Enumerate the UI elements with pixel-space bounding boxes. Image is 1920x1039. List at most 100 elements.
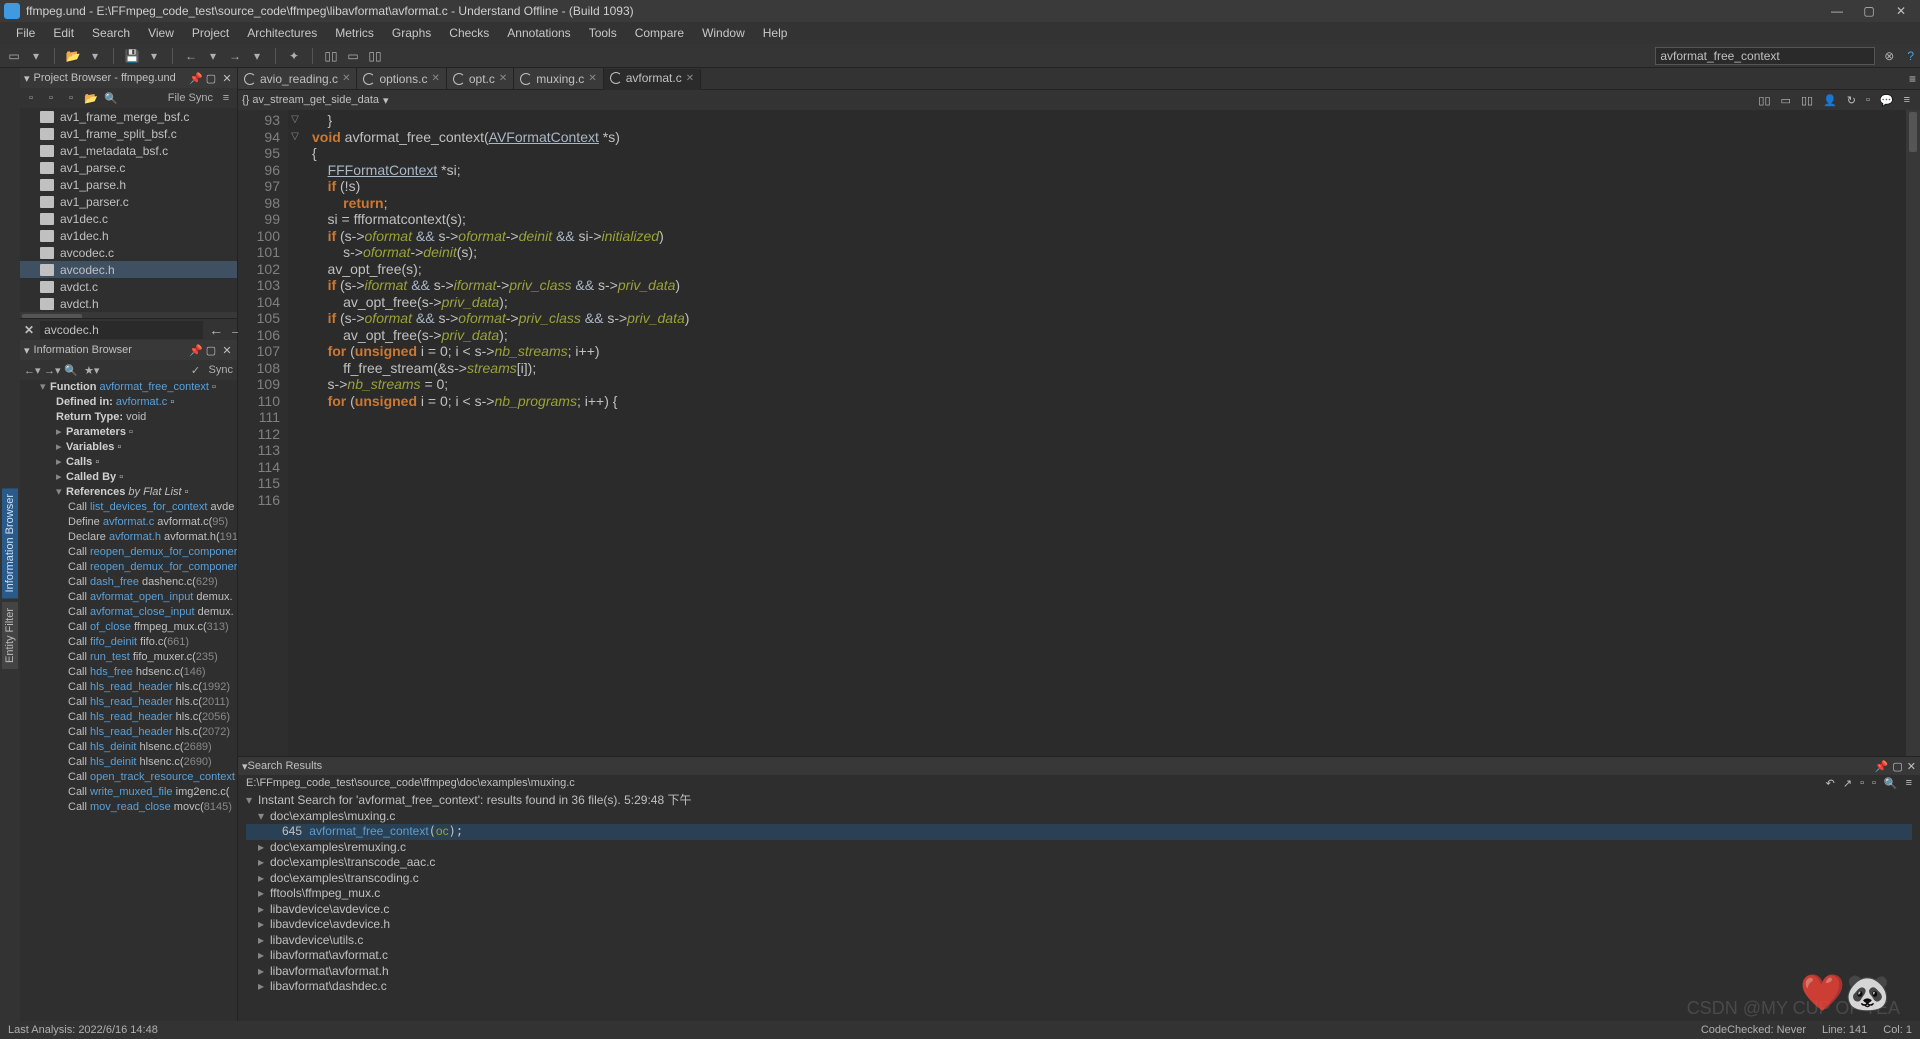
chevron-down-icon[interactable]: ▾: [87, 48, 103, 64]
search-results-tree[interactable]: ▾Instant Search for 'avformat_free_conte…: [238, 791, 1920, 1021]
file-item[interactable]: av1dec.c: [20, 210, 237, 227]
tab-muxing-c[interactable]: muxing.c✕: [514, 68, 603, 89]
popout-icon[interactable]: ▢: [1892, 760, 1902, 773]
minimize-button[interactable]: —: [1830, 4, 1844, 18]
file-sync-button[interactable]: File Sync: [168, 92, 213, 104]
close-tab-icon[interactable]: ✕: [499, 73, 507, 84]
close-button[interactable]: ✕: [1894, 4, 1908, 18]
chevron-down-icon[interactable]: ▾: [24, 344, 30, 357]
function-selector[interactable]: {} av_stream_get_side_data: [242, 94, 379, 106]
pin-icon[interactable]: 📌: [189, 72, 201, 85]
menu-file[interactable]: File: [8, 24, 43, 42]
info-row[interactable]: Call reopen_demux_for_componer: [20, 560, 237, 575]
file-icon[interactable]: ▫: [44, 92, 58, 104]
ib-back-icon[interactable]: ←▾: [24, 364, 38, 377]
search-result-row[interactable]: 645 avformat_free_context(oc);: [246, 824, 1912, 840]
target-icon[interactable]: ✦: [286, 48, 302, 64]
open-icon[interactable]: 📂: [65, 48, 81, 64]
search-result-row[interactable]: ▸libavdevice\avdevice.c: [246, 902, 1912, 918]
chevron-down-icon[interactable]: ▾: [146, 48, 162, 64]
close-panel-icon[interactable]: ✕: [221, 72, 233, 85]
info-row[interactable]: Call list_devices_for_context avde: [20, 500, 237, 515]
search-result-row[interactable]: ▸fftools\ffmpeg_mux.c: [246, 886, 1912, 902]
tab-menu-icon[interactable]: ≡: [1909, 72, 1916, 86]
menu-compare[interactable]: Compare: [627, 24, 692, 42]
layout1-icon[interactable]: ▯▯: [323, 48, 339, 64]
maximize-button[interactable]: ▢: [1862, 4, 1876, 18]
vtab-entity-filter[interactable]: Entity Filter: [2, 602, 18, 669]
info-row[interactable]: Return Type: void: [20, 410, 237, 425]
ib-search-icon[interactable]: 🔍: [64, 364, 78, 377]
save-icon[interactable]: 💾: [124, 48, 140, 64]
pin-icon[interactable]: 📌: [189, 344, 201, 357]
info-row[interactable]: Call fifo_deinit fifo.c(661): [20, 635, 237, 650]
menu-search[interactable]: Search: [84, 24, 138, 42]
close-panel-icon[interactable]: ✕: [1907, 760, 1916, 773]
info-browser-tree[interactable]: ▾Function avformat_free_context ▫Defined…: [20, 380, 237, 1021]
global-search-input[interactable]: [1655, 47, 1875, 65]
nav-back-icon[interactable]: ←: [209, 322, 223, 338]
file-item[interactable]: avcodec.c: [20, 244, 237, 261]
info-row[interactable]: ▾References by Flat List ▫: [20, 485, 237, 500]
info-row[interactable]: Call hls_read_header hls.c(2011): [20, 695, 237, 710]
info-row[interactable]: Call hls_deinit hlsenc.c(2690): [20, 755, 237, 770]
export-icon[interactable]: ↗: [1843, 777, 1852, 790]
code-editor[interactable]: 9394959697989910010110210310410510610710…: [238, 110, 1920, 756]
chevron-down-icon[interactable]: ▾: [383, 94, 389, 107]
menu-view[interactable]: View: [140, 24, 182, 42]
folder-icon[interactable]: ▫: [64, 92, 78, 104]
clear-nav-icon[interactable]: ✕: [24, 323, 34, 337]
info-row[interactable]: Call write_muxed_file img2enc.c(: [20, 785, 237, 800]
search-result-row[interactable]: ▸libavformat\dashdec.c: [246, 979, 1912, 995]
popout-icon[interactable]: ▢: [205, 72, 217, 85]
menu-icon[interactable]: ≡: [1906, 777, 1912, 790]
menu-project[interactable]: Project: [184, 24, 237, 42]
search-result-row[interactable]: ▸doc\examples\transcode_aac.c: [246, 855, 1912, 871]
popout-icon[interactable]: ▢: [205, 344, 217, 357]
layout-icon[interactable]: ▯▯: [1801, 94, 1813, 107]
file-item[interactable]: av1_parser.c: [20, 193, 237, 210]
tab-opt-c[interactable]: opt.c✕: [447, 68, 514, 89]
doc-icon[interactable]: ▫: [1872, 777, 1876, 790]
info-row[interactable]: ▸Parameters ▫: [20, 425, 237, 440]
search-result-row[interactable]: ▸libavdevice\avdevice.h: [246, 917, 1912, 933]
file-item[interactable]: avcodec.h: [20, 261, 237, 278]
file-tree[interactable]: av1_frame_merge_bsf.cav1_frame_split_bsf…: [20, 108, 237, 318]
file-icon[interactable]: ▫: [24, 92, 38, 104]
info-row[interactable]: Call of_close ffmpeg_mux.c(313): [20, 620, 237, 635]
ib-star-icon[interactable]: ★▾: [84, 364, 98, 377]
menu-icon[interactable]: ≡: [219, 92, 233, 104]
split-h-icon[interactable]: ▭: [1781, 94, 1791, 107]
chevron-down-icon[interactable]: ▾: [249, 48, 265, 64]
menu-icon[interactable]: ≡: [1904, 94, 1910, 107]
info-row[interactable]: Declare avformat.h avformat.h(191): [20, 530, 237, 545]
back-icon[interactable]: ←: [183, 48, 199, 64]
search-result-row[interactable]: ▾doc\examples\muxing.c: [246, 809, 1912, 825]
pin-icon[interactable]: 📌: [1875, 760, 1889, 773]
vtab-information-browser[interactable]: Information Browser: [2, 488, 18, 598]
file-item[interactable]: av1_frame_merge_bsf.c: [20, 108, 237, 125]
chevron-down-icon[interactable]: ▾: [24, 72, 30, 85]
chevron-down-icon[interactable]: ▾: [205, 48, 221, 64]
check-icon[interactable]: ✓: [189, 364, 203, 377]
search-result-row[interactable]: ▸libavdevice\utils.c: [246, 933, 1912, 949]
close-tab-icon[interactable]: ✕: [431, 73, 439, 84]
info-row[interactable]: Call mov_read_close movc(8145): [20, 800, 237, 815]
info-row[interactable]: Call hls_read_header hls.c(2072): [20, 725, 237, 740]
file-item[interactable]: avdct.h: [20, 295, 237, 312]
close-tab-icon[interactable]: ✕: [588, 73, 596, 84]
close-panel-icon[interactable]: ✕: [221, 344, 233, 357]
menu-edit[interactable]: Edit: [45, 24, 82, 42]
menu-graphs[interactable]: Graphs: [384, 24, 439, 42]
chevron-down-icon[interactable]: ▾: [28, 48, 44, 64]
info-row[interactable]: Call hls_read_header hls.c(1992): [20, 680, 237, 695]
search-result-row[interactable]: ▸doc\examples\transcoding.c: [246, 871, 1912, 887]
info-row[interactable]: Define avformat.c avformat.c(95): [20, 515, 237, 530]
menu-metrics[interactable]: Metrics: [327, 24, 382, 42]
undo-icon[interactable]: ↶: [1826, 777, 1835, 790]
file-item[interactable]: av1_metadata_bsf.c: [20, 142, 237, 159]
file-item[interactable]: av1dec.h: [20, 227, 237, 244]
layout2-icon[interactable]: ▭: [345, 48, 361, 64]
info-row[interactable]: ▸Called By ▫: [20, 470, 237, 485]
doc-icon[interactable]: ▫: [1866, 94, 1870, 107]
